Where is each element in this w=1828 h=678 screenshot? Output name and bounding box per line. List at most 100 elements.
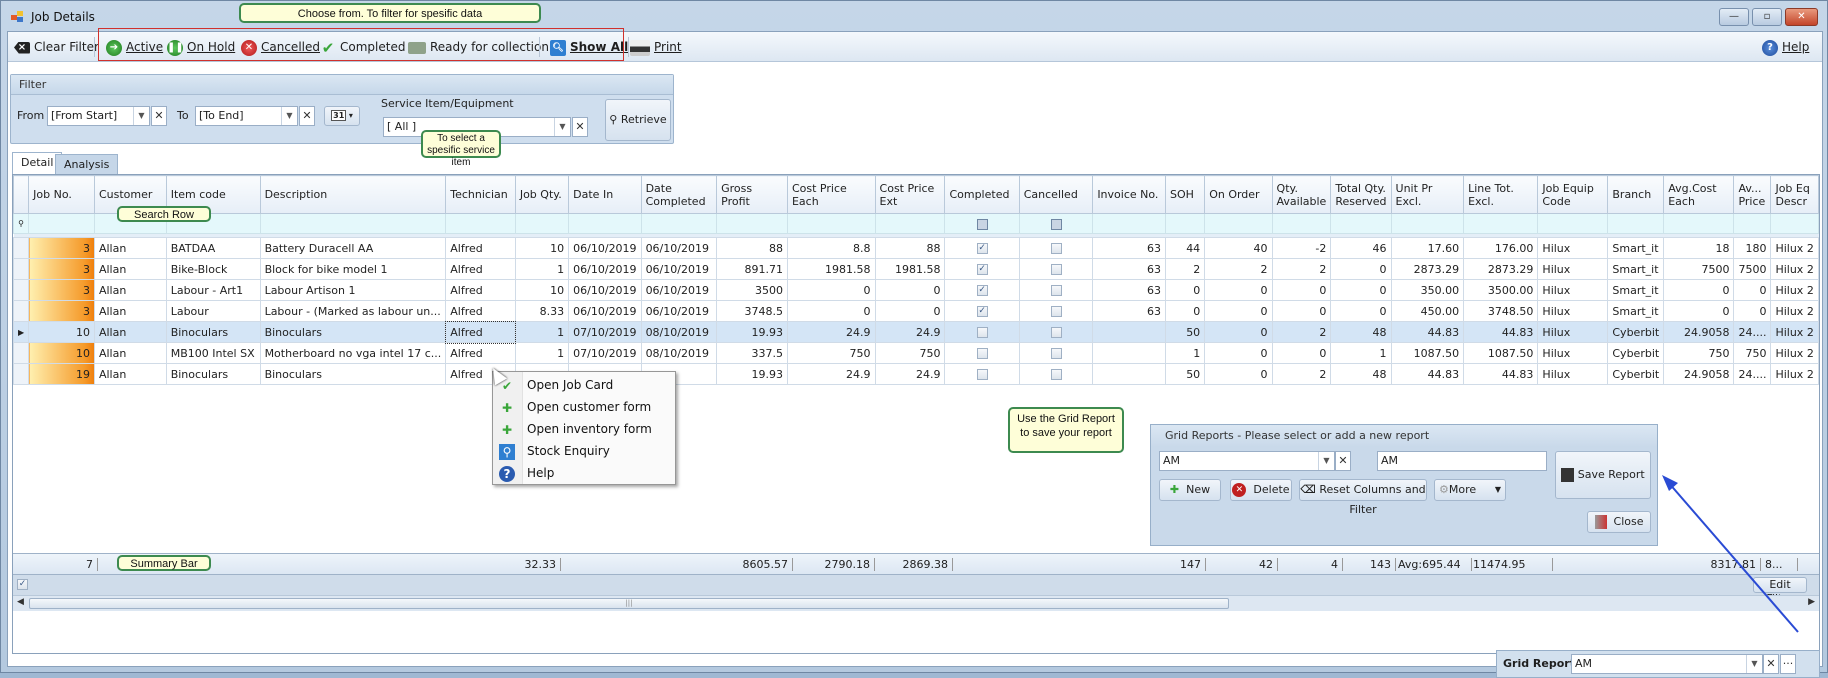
filter-cancelled-button[interactable]: ✕ Cancelled <box>241 38 320 56</box>
cell-total-reserved[interactable]: 48 <box>1330 321 1392 343</box>
cell-soh[interactable]: 50 <box>1165 363 1206 385</box>
cell-line-tot[interactable]: 44.83 <box>1463 363 1539 385</box>
cell-job-no[interactable]: 3 <box>28 258 95 280</box>
cell-avg-cost[interactable]: 0 <box>1663 279 1735 301</box>
cell-qty-available[interactable]: 2 <box>1271 258 1332 280</box>
cell-on-order[interactable]: 0 <box>1204 363 1273 385</box>
dropdown-arrow-icon[interactable]: ▼ <box>1318 452 1334 470</box>
cell-cost-each[interactable]: 0 <box>786 300 876 322</box>
filter-enable-checkbox[interactable]: ✓ <box>17 579 28 590</box>
cell-date-in[interactable]: 06/10/2019 <box>568 300 642 322</box>
cell-avg-cost[interactable]: 750 <box>1663 342 1735 364</box>
cell-cost-each[interactable]: 24.9 <box>786 363 876 385</box>
cell-job-no[interactable]: 19 <box>28 363 95 385</box>
search-cell[interactable] <box>716 213 788 234</box>
cell-technician[interactable]: Alfred <box>445 300 516 322</box>
cell-technician[interactable]: Alfred <box>445 279 516 301</box>
cell-unit-pr[interactable]: 450.00 <box>1390 300 1465 322</box>
cell-soh[interactable]: 50 <box>1165 321 1206 343</box>
column-header[interactable]: Av... Price <box>1733 175 1772 214</box>
close-window-button[interactable]: ✕ <box>1785 8 1818 26</box>
cell-soh[interactable]: 1 <box>1165 342 1206 364</box>
cell-qty-available[interactable]: 0 <box>1271 279 1332 301</box>
more-button[interactable]: ⚙More ▼ <box>1434 479 1506 501</box>
cell-qty-available[interactable]: 0 <box>1271 342 1332 364</box>
cell-completed[interactable]: ✓ <box>944 237 1020 259</box>
search-cell[interactable] <box>786 213 876 234</box>
cell-customer[interactable]: Allan <box>93 342 167 364</box>
cell-line-tot[interactable]: 2873.29 <box>1463 258 1539 280</box>
cell-qty-available[interactable]: 2 <box>1271 321 1332 343</box>
scroll-left-arrow[interactable]: ◀ <box>17 597 24 607</box>
cell-cost-ext[interactable]: 1981.58 <box>874 258 946 280</box>
cell-cost-each[interactable]: 24.9 <box>786 321 876 343</box>
cell-invoice-no[interactable]: 63 <box>1092 237 1167 259</box>
table-row[interactable]: 19 Allan Binoculars Binoculars Alfred 19.93 24… <box>12 363 1819 385</box>
search-row-icon[interactable]: ⚲ <box>12 213 30 234</box>
context-menu-item[interactable]: ✚ Open inventory form <box>493 419 675 440</box>
cell-cost-ext[interactable]: 0 <box>874 279 946 301</box>
row-indicator[interactable] <box>12 342 30 364</box>
cell-invoice-no[interactable] <box>1092 321 1167 343</box>
date-range-picker-button[interactable]: 31 ▾ <box>324 106 360 126</box>
filter-completed-button[interactable]: ✔ Completed <box>320 38 406 56</box>
cell-job-qty[interactable]: 10 <box>514 237 570 259</box>
search-checkbox[interactable] <box>1050 218 1062 230</box>
cell-completed[interactable] <box>944 363 1020 385</box>
cell-job-no[interactable]: 3 <box>28 300 95 322</box>
cell-equip-descr[interactable]: Hilux 2 <box>1770 300 1819 322</box>
column-header[interactable]: Branch <box>1607 175 1665 214</box>
to-date-combo[interactable]: [To End] ▼ <box>195 106 298 126</box>
cell-date-in[interactable]: 07/10/2019 <box>568 342 642 364</box>
cell-av-price[interactable]: 24.... <box>1733 321 1772 343</box>
cell-description[interactable]: Battery Duracell AA <box>259 237 447 259</box>
search-cell[interactable] <box>568 213 642 234</box>
search-cell[interactable] <box>874 213 946 234</box>
cell-date-completed[interactable]: 06/10/2019 <box>640 237 718 259</box>
search-cell[interactable] <box>944 213 1020 234</box>
cell-item-code[interactable]: Binoculars <box>165 321 261 343</box>
cell-line-tot[interactable]: 3748.50 <box>1463 300 1539 322</box>
from-date-combo[interactable]: [From Start] ▼ <box>47 106 150 126</box>
cell-job-qty[interactable]: 1 <box>514 342 570 364</box>
cell-completed[interactable]: ✓ <box>944 258 1020 280</box>
cell-gross-profit[interactable]: 3500 <box>716 279 788 301</box>
search-cell[interactable] <box>1663 213 1735 234</box>
cell-unit-pr[interactable]: 44.83 <box>1390 363 1465 385</box>
clear-filter-button[interactable]: × Clear Filter <box>14 38 99 56</box>
cell-customer[interactable]: Allan <box>93 321 167 343</box>
cell-item-code[interactable]: Labour <box>165 300 261 322</box>
completed-checkbox[interactable]: ✓ <box>976 306 988 317</box>
context-menu-item[interactable]: ? Help <box>493 463 675 484</box>
column-header[interactable]: Line Tot. Excl. <box>1463 175 1539 214</box>
scroll-thumb[interactable]: ||| <box>29 598 1229 609</box>
cell-date-in[interactable]: 06/10/2019 <box>568 279 642 301</box>
column-header[interactable]: Technician <box>445 175 516 214</box>
report-name-input[interactable]: AM <box>1377 451 1547 471</box>
show-all-button[interactable]: 🔍︎ Show All <box>550 38 628 56</box>
cell-technician[interactable]: Alfred <box>445 237 516 259</box>
cell-on-order[interactable]: 0 <box>1204 321 1273 343</box>
search-cell[interactable] <box>1165 213 1206 234</box>
cell-customer[interactable]: Allan <box>93 258 167 280</box>
row-indicator[interactable] <box>12 363 30 385</box>
cell-date-in[interactable]: 07/10/2019 <box>568 321 642 343</box>
column-header[interactable]: Qty. Available <box>1271 175 1332 214</box>
row-indicator[interactable]: ▶ <box>12 321 30 343</box>
cell-gross-profit[interactable]: 337.5 <box>716 342 788 364</box>
search-cell[interactable] <box>1271 213 1332 234</box>
cell-on-order[interactable]: 2 <box>1204 258 1273 280</box>
search-cell[interactable] <box>445 213 516 234</box>
cell-gross-profit[interactable]: 88 <box>716 237 788 259</box>
cell-qty-available[interactable]: -2 <box>1271 237 1332 259</box>
column-header[interactable]: SOH <box>1165 175 1206 214</box>
help-button[interactable]: ? Help <box>1762 38 1809 56</box>
cell-cost-each[interactable]: 8.8 <box>786 237 876 259</box>
column-header[interactable]: Unit Pr Excl. <box>1390 175 1465 214</box>
cell-invoice-no[interactable] <box>1092 342 1167 364</box>
cell-cost-ext[interactable]: 750 <box>874 342 946 364</box>
cell-avg-cost[interactable]: 0 <box>1663 300 1735 322</box>
table-row[interactable]: 3 Allan Labour - Art1 Labour Artison 1 Alfre… <box>12 279 1819 301</box>
cell-on-order[interactable]: 40 <box>1204 237 1273 259</box>
cell-invoice-no[interactable]: 63 <box>1092 300 1167 322</box>
